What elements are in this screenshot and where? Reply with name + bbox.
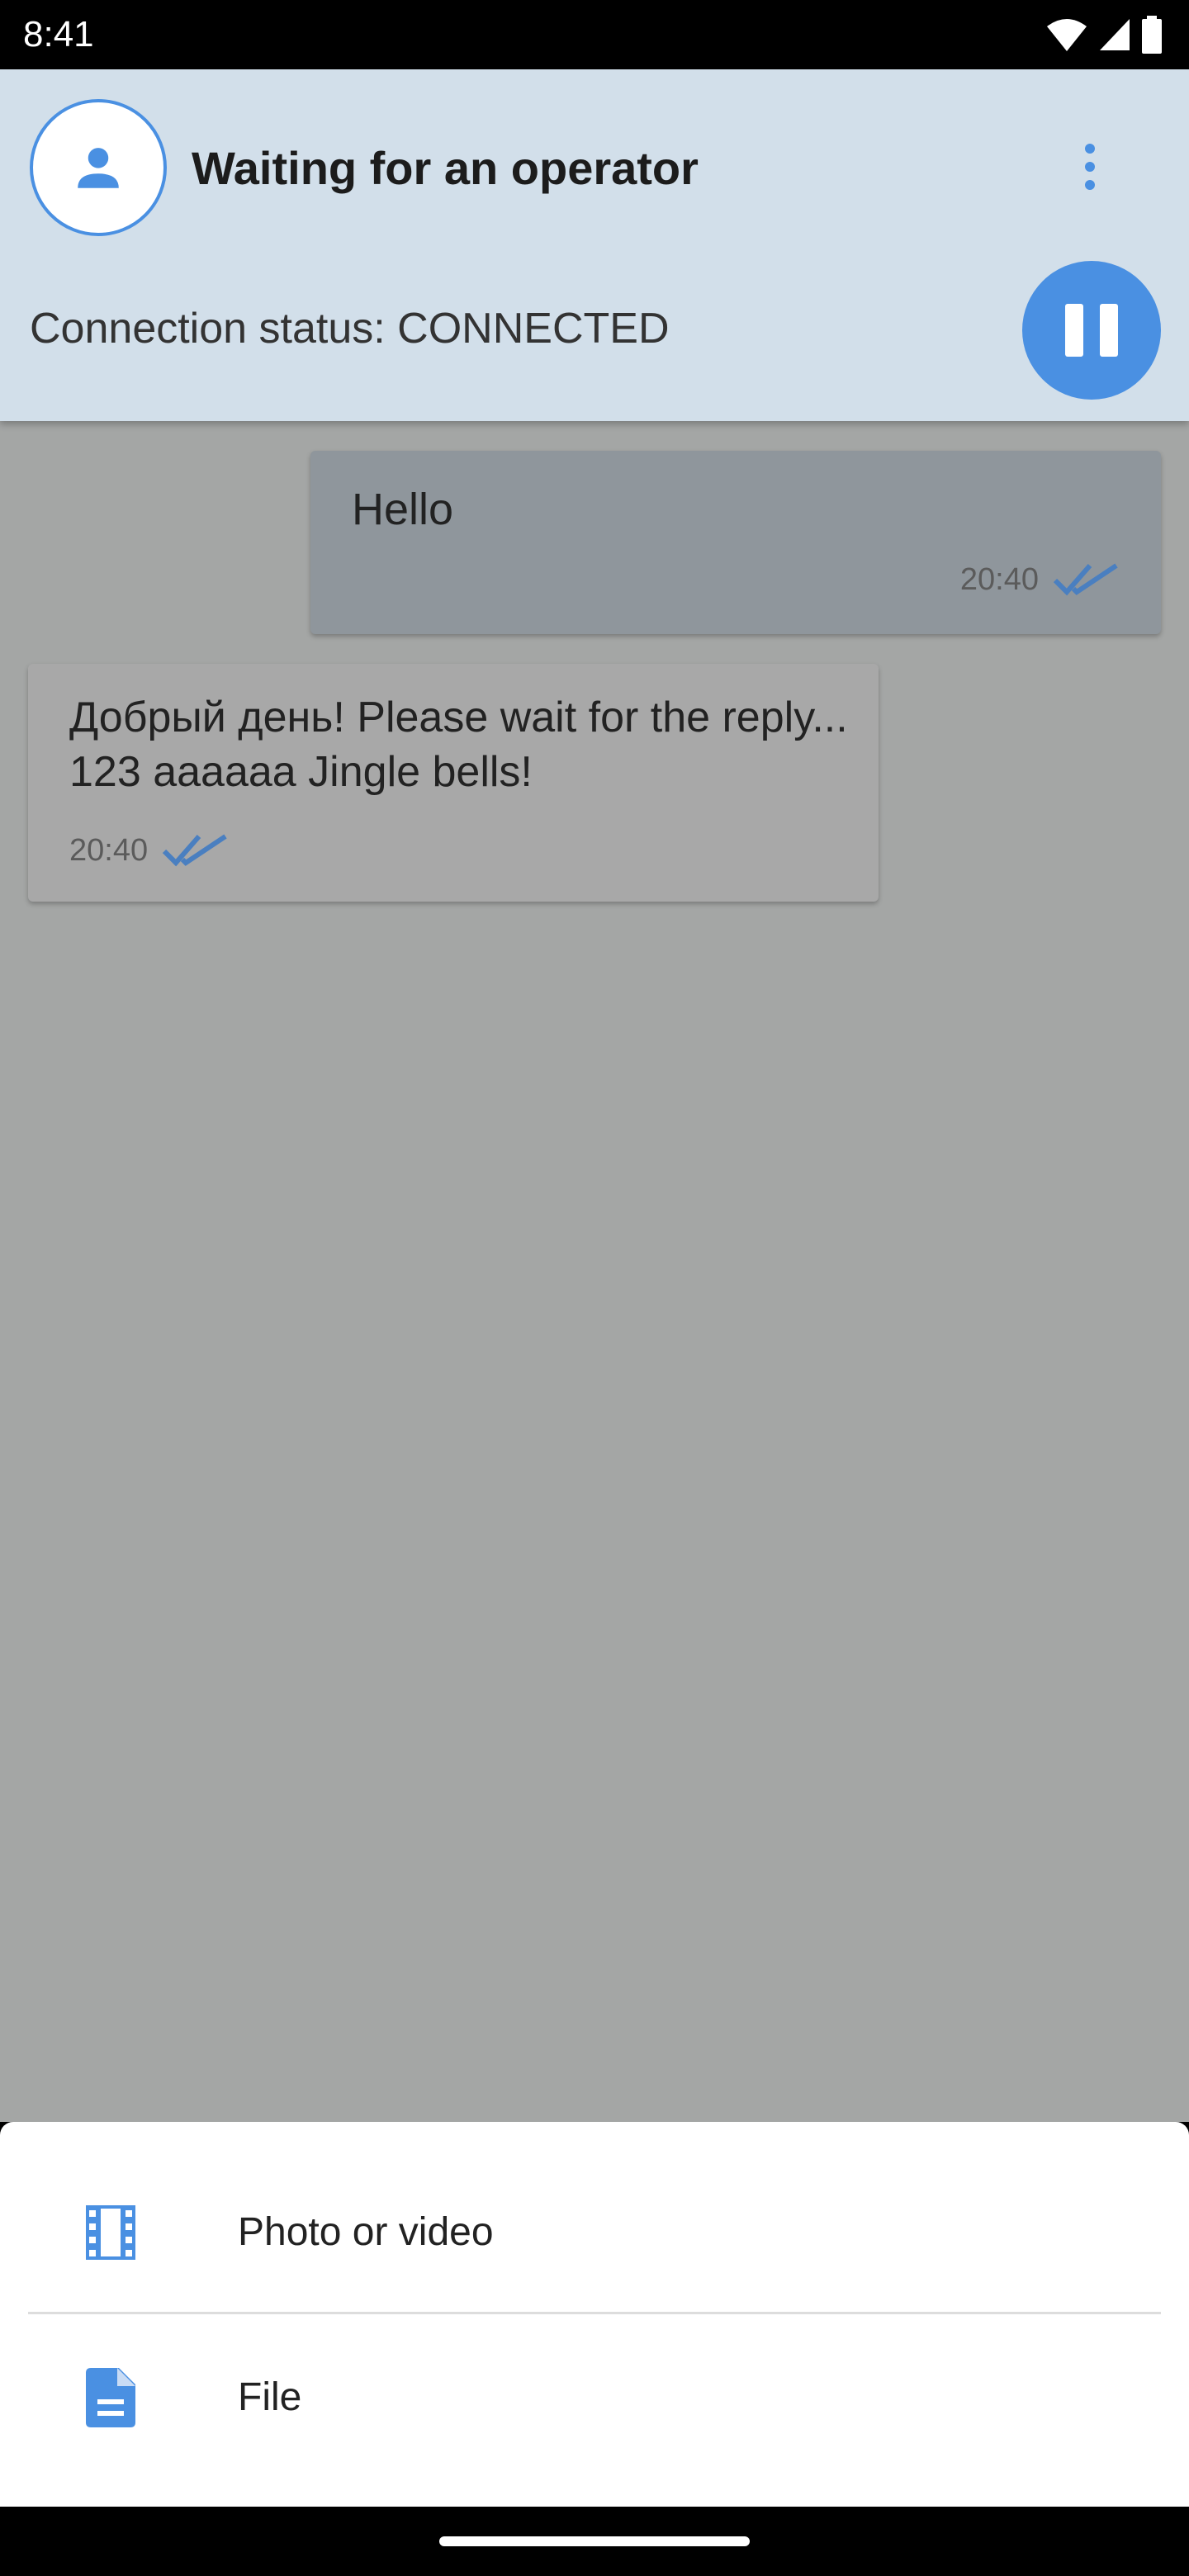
message-time: 20:40	[959, 562, 1039, 597]
status-bar: 8:41	[0, 0, 1189, 69]
chat-header: Waiting for an operator Connection statu…	[0, 69, 1189, 421]
person-icon	[78, 148, 119, 188]
attachment-sheet: Photo or video File	[0, 2122, 1189, 2507]
sheet-item-photo-or-video[interactable]: Photo or video	[0, 2150, 1189, 2315]
cellular-signal-icon	[1100, 19, 1130, 50]
navigation-bar	[0, 2507, 1189, 2576]
outgoing-message[interactable]: Hello 20:40	[310, 451, 1161, 634]
page-title: Waiting for an operator	[192, 142, 699, 194]
double-check-icon	[162, 834, 227, 867]
more-options-button[interactable]	[1065, 134, 1115, 200]
film-icon	[79, 2201, 142, 2264]
incoming-message[interactable]: Добрый день! Please wait for the reply..…	[28, 664, 879, 902]
sheet-item-label: File	[238, 2375, 302, 2419]
home-gesture-handle[interactable]	[439, 2536, 750, 2546]
status-icons	[1045, 13, 1163, 56]
battery-icon	[1142, 16, 1162, 54]
message-text: Hello	[352, 485, 454, 534]
pause-button[interactable]	[1022, 261, 1161, 400]
connection-status: Connection status: CONNECTED	[30, 305, 670, 353]
document-icon	[79, 2366, 142, 2429]
double-check-icon	[1053, 563, 1118, 596]
status-time: 8:41	[23, 14, 94, 54]
message-meta: 20:40	[69, 831, 229, 870]
message-meta: 20:40	[960, 560, 1120, 599]
pause-icon	[1100, 304, 1118, 357]
wifi-icon	[1047, 19, 1087, 51]
pause-icon	[1065, 304, 1083, 357]
more-vertical-icon	[1085, 144, 1095, 190]
message-time: 20:40	[69, 833, 149, 868]
chat-messages-area[interactable]: Hello 20:40 Добрый день! Please wait for…	[0, 421, 1189, 2122]
sheet-item-label: Photo or video	[238, 2210, 494, 2254]
sheet-item-file[interactable]: File	[0, 2315, 1189, 2480]
operator-avatar	[30, 99, 167, 236]
message-text: Добрый день! Please wait for the reply..…	[69, 694, 848, 796]
divider	[28, 2312, 1161, 2314]
